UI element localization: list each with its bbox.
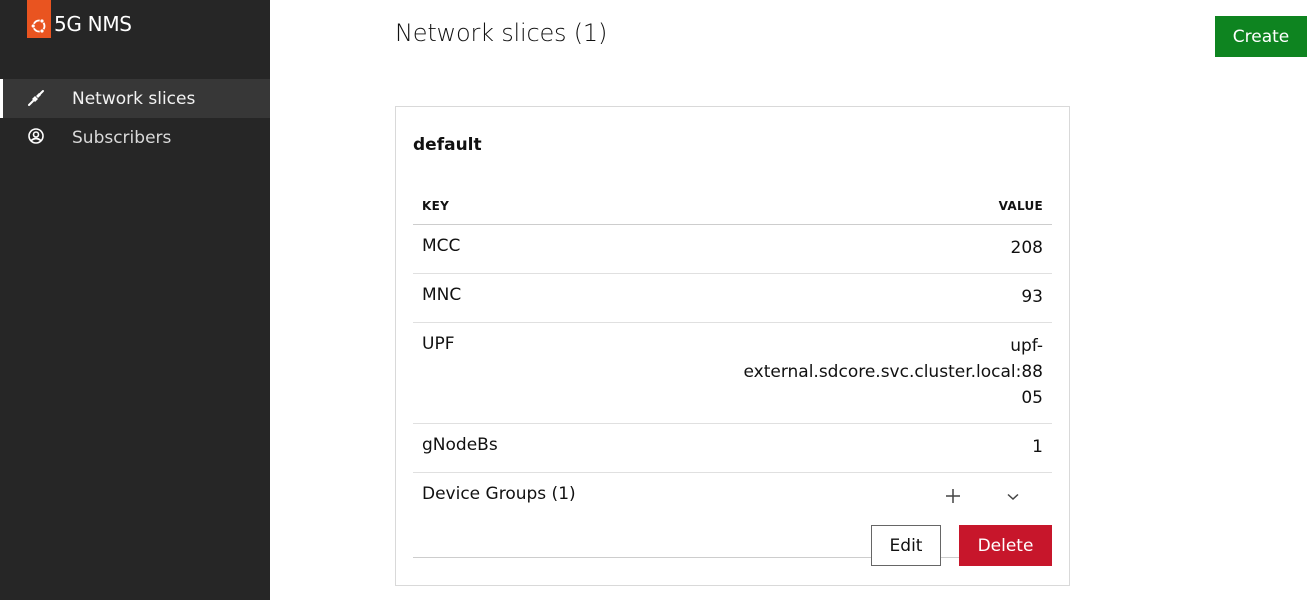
sidebar-item-label: Subscribers: [72, 127, 172, 148]
sidebar-item-label: Network slices: [72, 88, 196, 109]
slice-name: default: [413, 135, 482, 155]
value-column-header: VALUE: [998, 198, 1043, 213]
table-row: MCC 208: [413, 225, 1052, 274]
app-title: 5G NMS: [54, 12, 132, 36]
row-key: gNodeBs: [422, 435, 498, 455]
table-header: KEY VALUE: [413, 187, 1052, 225]
plug-icon: [27, 89, 45, 107]
network-slice-card: default KEY VALUE MCC 208 MNC 93 UPF upf…: [395, 106, 1070, 586]
device-groups-label: Device Groups (1): [422, 484, 576, 504]
slice-details-table: KEY VALUE MCC 208 MNC 93 UPF upf-externa…: [413, 187, 1052, 558]
table-row: MNC 93: [413, 274, 1052, 323]
add-device-group-button[interactable]: [923, 483, 983, 511]
row-value: 1: [1032, 437, 1043, 457]
page-title: Network slices (1): [395, 19, 608, 47]
ubuntu-logo-icon: [27, 0, 51, 38]
key-column-header: KEY: [422, 198, 450, 213]
table-row: gNodeBs 1: [413, 424, 1052, 473]
create-button[interactable]: Create: [1215, 16, 1307, 57]
row-key: UPF: [422, 334, 455, 354]
sidebar-item-network-slices[interactable]: Network slices: [0, 79, 270, 118]
sidebar: 5G NMS Network slices Subscribers: [0, 0, 270, 600]
edit-button[interactable]: Edit: [871, 525, 941, 566]
chevron-down-icon: [1007, 490, 1019, 505]
sidebar-nav: Network slices Subscribers: [0, 79, 270, 157]
expand-device-groups-button[interactable]: [983, 483, 1043, 511]
row-value: 93: [1021, 287, 1043, 307]
delete-button[interactable]: Delete: [959, 525, 1052, 566]
table-row: UPF upf-external.sdcore.svc.cluster.loca…: [413, 323, 1052, 424]
row-key: MCC: [422, 236, 461, 256]
plus-icon: [946, 486, 960, 508]
card-actions: Edit Delete: [871, 525, 1052, 566]
row-value: 208: [1010, 238, 1043, 258]
app-logo[interactable]: 5G NMS: [27, 0, 132, 38]
user-circle-icon: [27, 128, 45, 146]
sidebar-item-subscribers[interactable]: Subscribers: [0, 118, 270, 157]
row-key: MNC: [422, 285, 462, 305]
row-value: upf-external.sdcore.svc.cluster.local:88…: [743, 336, 1043, 408]
